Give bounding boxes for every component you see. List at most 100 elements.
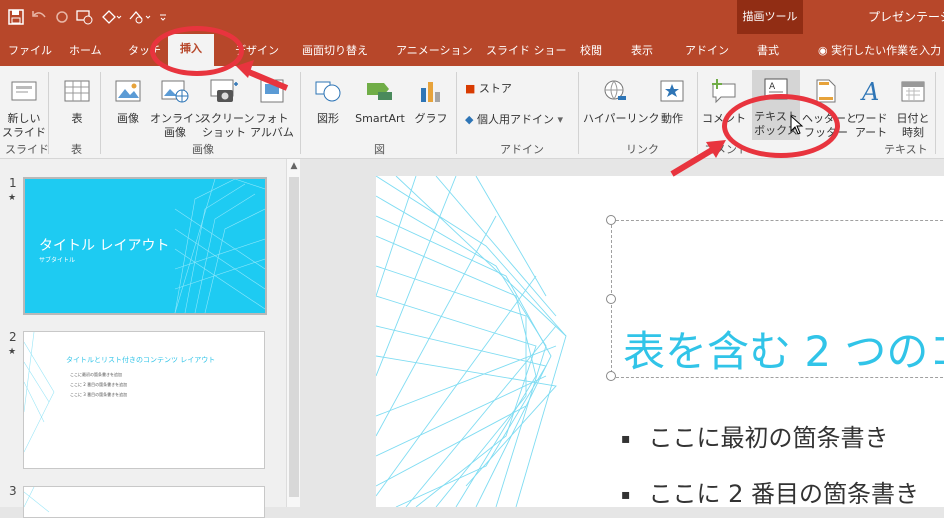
repeat-icon[interactable] bbox=[54, 9, 70, 25]
smartart-button[interactable]: SmartArt bbox=[350, 78, 410, 126]
quick-access-toolbar bbox=[8, 7, 168, 27]
group-label-addin: アドイン bbox=[500, 143, 544, 156]
thumb-bullet: ここに 2 番目の箇条書きを追加 bbox=[70, 382, 128, 387]
app-title: プレゼンテーシ bbox=[868, 10, 944, 24]
new-slide-button[interactable]: 新しい スライド bbox=[2, 78, 46, 140]
annotation-arrow-icon bbox=[236, 60, 289, 91]
group-separator bbox=[456, 72, 457, 154]
chart-label: グラフ bbox=[414, 112, 448, 125]
slide-bullet[interactable]: ▪ ここに最初の箇条書き bbox=[621, 418, 889, 453]
my-addins-button[interactable]: ◆ 個人用アドイン ▾ bbox=[465, 111, 563, 127]
tab-review[interactable]: 校閲 bbox=[580, 42, 602, 58]
chart-icon bbox=[421, 82, 440, 102]
tab-transitions[interactable]: 画面切り替え bbox=[302, 42, 368, 58]
smartart-label: SmartArt bbox=[355, 112, 405, 125]
bullet-marker: ▪ bbox=[621, 487, 631, 503]
smartart-icon bbox=[367, 83, 392, 100]
thumbnail-scrollbar[interactable]: ▲ bbox=[286, 159, 301, 507]
scroll-thumb[interactable] bbox=[289, 177, 299, 497]
building-wireframe-image bbox=[24, 487, 50, 513]
date-time-button[interactable]: 日付と 時刻 bbox=[894, 78, 932, 140]
bullet-text: ここに 2 番目の箇条書き bbox=[648, 480, 920, 508]
shapes-button[interactable]: 図形 bbox=[308, 78, 348, 126]
group-label-figure: 図 bbox=[374, 143, 385, 156]
tell-me-box[interactable]: ◉ 実行したい作業を入力 bbox=[818, 42, 941, 58]
action-label: 動作 bbox=[661, 112, 683, 125]
tab-format[interactable]: 書式 bbox=[757, 42, 779, 58]
save-icon[interactable] bbox=[8, 9, 24, 25]
group-label-text: テキスト bbox=[884, 143, 928, 156]
comment-icon bbox=[712, 79, 736, 104]
store-label: ストア bbox=[478, 82, 512, 95]
online-picture-button[interactable]: オンライン 画像 bbox=[150, 78, 205, 140]
table-button[interactable]: 表 bbox=[58, 78, 96, 126]
group-label-table: 表 bbox=[71, 143, 82, 156]
my-addins-icon: ◆ bbox=[465, 113, 474, 126]
slideshow-from-start-icon[interactable] bbox=[76, 9, 94, 25]
slide-thumbnail-2[interactable]: タイトルとリスト付きのコンテンツ レイアウト ここに最初の箇条書きを追加 ここに… bbox=[23, 331, 265, 469]
screenshot-label: スクリーン ショット bbox=[200, 112, 255, 139]
slide-number: 1 bbox=[9, 176, 17, 190]
lightbulb-icon: ◉ bbox=[818, 44, 828, 57]
date-time-label: 日付と 時刻 bbox=[896, 112, 930, 139]
resize-handle[interactable] bbox=[606, 294, 616, 304]
svg-text:A: A bbox=[860, 78, 879, 104]
tab-view[interactable]: 表示 bbox=[631, 42, 653, 58]
wordart-icon: A bbox=[860, 78, 879, 106]
slide-thumbnail-1[interactable]: タイトル レイアウト サブタイトル bbox=[23, 177, 267, 315]
tab-home[interactable]: ホーム bbox=[69, 42, 102, 58]
hyperlink-button[interactable]: ハイパーリンク bbox=[583, 78, 660, 126]
group-label-slide: スライド bbox=[5, 143, 49, 156]
slide-title[interactable]: 表を含む 2 つのコ bbox=[623, 318, 944, 379]
annotation-arrow-icon bbox=[670, 140, 726, 177]
bullet-marker: ▪ bbox=[621, 431, 631, 447]
photo-album-label: フォト アルバム bbox=[250, 112, 294, 139]
wordart-label: ワード アート bbox=[854, 112, 888, 139]
scroll-up-arrow[interactable]: ▲ bbox=[288, 161, 300, 173]
resize-handle[interactable] bbox=[606, 215, 616, 225]
animation-star-icon: ★ bbox=[8, 193, 17, 203]
group-label-link: リンク bbox=[626, 143, 659, 156]
slide-number: 3 bbox=[9, 484, 17, 498]
calendar-icon bbox=[901, 81, 925, 102]
slide-number: 2 bbox=[9, 330, 17, 344]
group-separator bbox=[578, 72, 579, 154]
hyperlink-label: ハイパーリンク bbox=[583, 112, 660, 125]
undo-icon[interactable] bbox=[30, 9, 48, 25]
resize-handle[interactable] bbox=[606, 371, 616, 381]
picture-label: 画像 bbox=[117, 112, 139, 125]
tab-addins[interactable]: アドイン bbox=[685, 42, 729, 58]
online-picture-label: オンライン 画像 bbox=[150, 112, 205, 139]
thumb-bullet: ここに 3 番目の箇条書きを追加 bbox=[70, 392, 128, 397]
online-picture-icon bbox=[161, 80, 189, 103]
tell-me-text: 実行したい作業を入力 bbox=[831, 44, 942, 57]
group-separator bbox=[100, 72, 101, 154]
slide-thumbnail-3[interactable] bbox=[23, 486, 265, 518]
tab-file[interactable]: ファイル bbox=[8, 42, 52, 58]
store-icon: ■ bbox=[465, 82, 476, 95]
picture-button[interactable]: 画像 bbox=[110, 78, 146, 126]
tab-slideshow[interactable]: スライド ショー bbox=[486, 42, 567, 58]
touch-mode-icon[interactable] bbox=[100, 9, 122, 25]
draw-shape-icon[interactable] bbox=[128, 9, 152, 25]
thumb-subtitle: サブタイトル bbox=[39, 257, 76, 264]
shapes-label: 図形 bbox=[317, 112, 339, 125]
shapes-icon bbox=[315, 81, 341, 102]
annotation-circle-text-box bbox=[722, 94, 840, 158]
thumb-bullet: ここに最初の箇条書きを追加 bbox=[70, 372, 122, 377]
store-button[interactable]: ■ ストア bbox=[465, 80, 512, 96]
group-separator bbox=[935, 72, 936, 154]
group-separator bbox=[300, 72, 301, 154]
picture-icon bbox=[115, 80, 141, 102]
action-button[interactable]: 動作 bbox=[654, 78, 690, 126]
slide-bullet[interactable]: ▪ ここに 2 番目の箇条書き bbox=[621, 474, 919, 509]
customize-qat-icon[interactable] bbox=[158, 9, 168, 25]
wordart-button[interactable]: A ワード アート bbox=[852, 78, 890, 140]
context-tab-group-label: 描画ツール bbox=[742, 10, 798, 23]
thumb-title: タイトル レイアウト bbox=[39, 238, 170, 254]
tab-animations[interactable]: アニメーション bbox=[396, 42, 473, 58]
new-slide-label: 新しい スライド bbox=[2, 112, 46, 139]
building-wireframe-image bbox=[376, 176, 567, 507]
table-label: 表 bbox=[71, 112, 83, 125]
chart-button[interactable]: グラフ bbox=[412, 78, 450, 126]
